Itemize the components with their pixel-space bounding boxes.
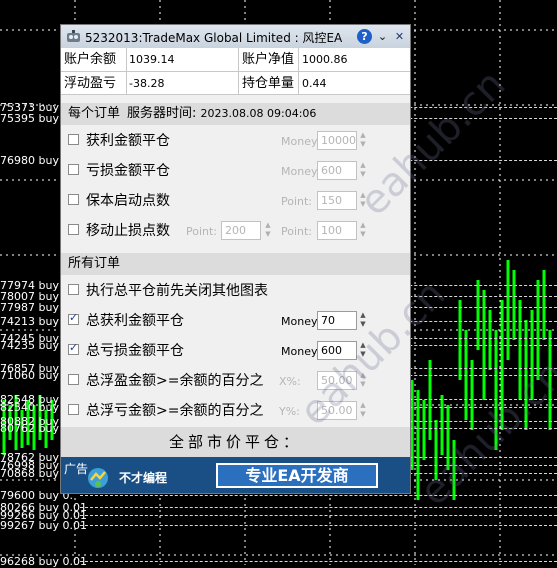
order-label: 71060 buy bbox=[0, 369, 59, 382]
floating-loss-percent-input[interactable]: 50.00 bbox=[317, 401, 357, 420]
spinner-arrows-icon[interactable]: ▲ ▼ bbox=[358, 131, 368, 150]
equity-value: 1000.86 bbox=[302, 53, 348, 66]
x-percent-label: X%: bbox=[279, 375, 301, 388]
total-take-profit-label: 总获利金额平仓 bbox=[86, 313, 184, 329]
order-label: 74213 buy bbox=[0, 315, 59, 328]
spinner-arrows-icon[interactable]: ▲ ▼ bbox=[358, 371, 368, 390]
row-total-take-profit: 总获利金额平仓 Money 70 ▲▼ bbox=[61, 306, 410, 336]
panel-title: 5232013:TradeMax Global Limited : 风控EA bbox=[85, 31, 343, 45]
row-trailing-stop-points: 移动止损点数 Point: 200 ▲ ▼ Point: 100 ▲ ▼ bbox=[61, 216, 410, 246]
order-line bbox=[80, 507, 557, 508]
point-label: Point: bbox=[281, 195, 313, 208]
floating-loss-percent-checkbox[interactable] bbox=[68, 404, 79, 415]
balance-label: 账户余额 bbox=[64, 52, 117, 67]
order-label: 82540 buy bbox=[0, 401, 59, 414]
money-label: Money bbox=[281, 165, 318, 178]
help-icon[interactable]: ? bbox=[357, 29, 372, 44]
row-floating-loss-percent: 总浮亏金额>=余额的百分之 Y%: 50.00 ▲ ▼ bbox=[61, 396, 410, 426]
order-line bbox=[80, 495, 557, 496]
spinner-arrows-icon[interactable]: ▲ ▼ bbox=[358, 191, 368, 210]
breakeven-label: 保本启动点数 bbox=[86, 193, 170, 209]
per-order-section-header: 每个订单 服务器时间: 2023.08.08 09:04:06 bbox=[61, 103, 410, 125]
server-time: 服务器时间: 2023.08.08 09:04:06 bbox=[127, 103, 316, 125]
spinner-arrows-icon[interactable]: ▲ ▼ bbox=[358, 311, 368, 330]
server-time-value: 2023.08.08 09:04:06 bbox=[200, 107, 317, 120]
breakeven-point-input[interactable]: 150 bbox=[317, 191, 357, 210]
ad-brand-name: 不才编程 bbox=[119, 471, 168, 485]
spinner-arrows-icon[interactable]: ▲ ▼ bbox=[358, 221, 368, 240]
point-label: Point: bbox=[186, 225, 218, 238]
all-orders-section-header: 所有订单 bbox=[61, 253, 410, 275]
position-lots-label: 持仓单量 bbox=[242, 76, 295, 91]
table-divider bbox=[61, 71, 410, 72]
total-take-profit-checkbox[interactable] bbox=[68, 311, 79, 325]
order-label: 76980 buy bbox=[0, 154, 59, 167]
panel-titlebar[interactable]: 5232013:TradeMax Global Limited : 风控EA ?… bbox=[61, 25, 410, 49]
total-stop-loss-money-input[interactable]: 600 bbox=[317, 341, 357, 360]
ad-banner[interactable]: 广告 不才编程 专业EA开发商 bbox=[61, 457, 410, 493]
brand-logo-icon bbox=[88, 468, 108, 488]
total-stop-loss-checkbox[interactable] bbox=[68, 341, 79, 355]
floating-profit-percent-label: 总浮盈金额>=余额的百分之 bbox=[86, 373, 264, 389]
stop-loss-checkbox[interactable] bbox=[68, 164, 79, 175]
trailing-step-point-input[interactable]: 100 bbox=[317, 221, 357, 240]
row-total-stop-loss: 总亏损金额平仓 Money 600 ▲▼ bbox=[61, 336, 410, 366]
money-label: Money bbox=[281, 315, 318, 328]
floating-loss-percent-label: 总浮亏金额>=余额的百分之 bbox=[86, 403, 264, 419]
account-info-table: 账户余额 1039.14 账户净值 1000.86 浮动盈亏 -38.28 持仓… bbox=[61, 48, 410, 95]
all-orders-section-title: 所有订单 bbox=[68, 256, 121, 271]
stop-loss-label: 亏损金额平仓 bbox=[86, 163, 170, 179]
order-label: 80762 buy bbox=[0, 422, 59, 435]
spinner-arrows-icon[interactable]: ▲ ▼ bbox=[358, 401, 368, 420]
floating-pl-label: 浮动盈亏 bbox=[64, 76, 117, 91]
close-other-charts-checkbox[interactable] bbox=[68, 284, 79, 295]
take-profit-money-input[interactable]: 10000 bbox=[317, 131, 357, 150]
order-line bbox=[80, 561, 557, 562]
ea-app-icon bbox=[67, 30, 80, 42]
equity-label: 账户净值 bbox=[242, 52, 295, 67]
trailing-stop-checkbox[interactable] bbox=[68, 224, 79, 235]
spinner-arrows-icon[interactable]: ▲ ▼ bbox=[358, 161, 368, 180]
floating-pl-value: -38.28 bbox=[129, 77, 165, 90]
breakeven-checkbox[interactable] bbox=[68, 194, 79, 205]
total-take-profit-money-input[interactable]: 70 bbox=[317, 311, 357, 330]
position-lots-value: 0.44 bbox=[302, 77, 327, 90]
point-label: Point: bbox=[281, 225, 313, 238]
take-profit-checkbox[interactable] bbox=[68, 134, 79, 145]
close-icon[interactable]: ✕ bbox=[392, 29, 407, 44]
row-close-other-charts: 执行总平仓前先关闭其他图表 bbox=[61, 276, 410, 306]
close-other-charts-label: 执行总平仓前先关闭其他图表 bbox=[86, 283, 268, 299]
row-floating-profit-percent: 总浮盈金额>=余额的百分之 X%: 50.00 ▲ ▼ bbox=[61, 366, 410, 396]
take-profit-label: 获利金额平仓 bbox=[86, 133, 170, 149]
order-line bbox=[80, 515, 557, 516]
trailing-start-point-input[interactable]: 200 bbox=[221, 221, 261, 240]
row-breakeven-points: 保本启动点数 Point: 150 ▲ ▼ bbox=[61, 186, 410, 216]
order-label: 70868 buy bbox=[0, 467, 59, 480]
order-label: 99267 buy 0.01 bbox=[0, 519, 87, 532]
money-label: Money bbox=[281, 345, 318, 358]
table-divider bbox=[61, 94, 410, 95]
server-time-label: 服务器时间: bbox=[127, 106, 197, 121]
chevron-down-icon[interactable]: ⌄ bbox=[375, 29, 390, 44]
spinner-arrows-icon[interactable]: ▲ ▼ bbox=[263, 221, 273, 240]
balance-value: 1039.14 bbox=[129, 53, 175, 66]
order-line bbox=[80, 525, 557, 526]
order-label: 74235 buy bbox=[0, 339, 59, 352]
trailing-stop-label: 移动止损点数 bbox=[86, 223, 170, 239]
risk-control-panel: 5232013:TradeMax Global Limited : 风控EA ?… bbox=[60, 24, 411, 494]
per-order-section-title: 每个订单 bbox=[68, 106, 121, 121]
ad-cta-button[interactable]: 专业EA开发商 bbox=[216, 463, 378, 488]
floating-profit-percent-checkbox[interactable] bbox=[68, 374, 79, 385]
stop-loss-money-input[interactable]: 600 bbox=[317, 161, 357, 180]
close-all-market-button[interactable]: 全部市价平仓： bbox=[61, 427, 410, 457]
spinner-arrows-icon[interactable]: ▲ ▼ bbox=[358, 341, 368, 360]
order-label: 96268 buy 0.01 bbox=[0, 555, 87, 568]
order-label: 77987 buy bbox=[0, 301, 59, 314]
money-label: Money bbox=[281, 135, 318, 148]
total-stop-loss-label: 总亏损金额平仓 bbox=[86, 343, 184, 359]
row-take-profit-amount: 获利金额平仓 Money 10000 ▲ ▼ bbox=[61, 126, 410, 156]
floating-profit-percent-input[interactable]: 50.00 bbox=[317, 371, 357, 390]
row-stop-loss-amount: 亏损金额平仓 Money 600 ▲ ▼ bbox=[61, 156, 410, 186]
y-percent-label: Y%: bbox=[279, 405, 300, 418]
